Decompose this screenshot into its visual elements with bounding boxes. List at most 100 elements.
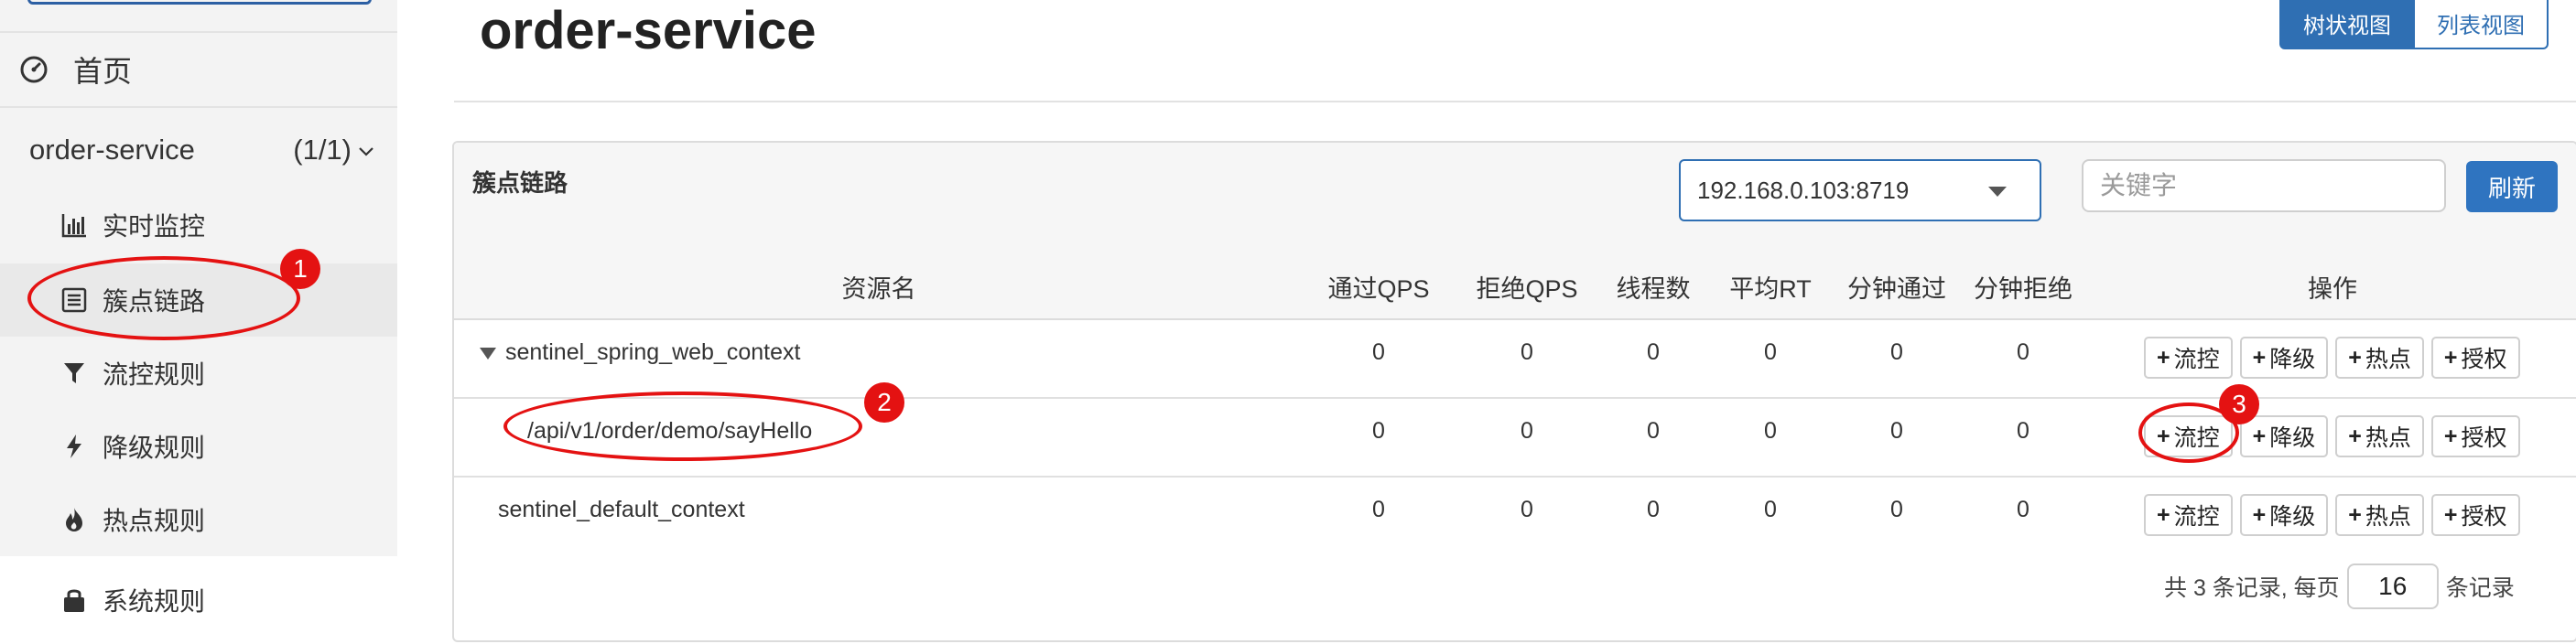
keyword-search-input[interactable] xyxy=(2082,159,2446,212)
sidebar-item-label: 簇点链路 xyxy=(103,287,206,316)
table-row: sentinel_spring_web_context 0 0 0 0 0 0 … xyxy=(454,320,2576,399)
row-actions: + 流控 + 降级 + 热点 + 授权 xyxy=(2144,337,2520,379)
action-label: 授权 xyxy=(2461,504,2507,530)
add-degrade-rule-button[interactable]: + 降级 xyxy=(2239,337,2329,379)
action-label: 降级 xyxy=(2269,504,2316,530)
column-header-threads: 线程数 xyxy=(1616,274,1691,303)
threads-value: 0 xyxy=(1647,417,1660,444)
cluster-link-panel: 簇点链路 192.168.0.103:8719 刷新 资源名 通过QPS 拒绝Q… xyxy=(452,141,2576,642)
plus-icon: + xyxy=(2157,501,2170,528)
add-flow-rule-button[interactable]: + 流控 xyxy=(2144,337,2233,379)
action-label: 授权 xyxy=(2461,347,2507,372)
sidebar-item-hotspot-rules[interactable]: 热点规则 xyxy=(0,483,397,556)
add-hotspot-rule-button[interactable]: + 热点 xyxy=(2335,337,2424,379)
sidebar-item-label: 实时监控 xyxy=(103,212,206,241)
sidebar-search-box-edge[interactable] xyxy=(27,0,372,5)
resource-name: sentinel_default_context xyxy=(498,496,745,522)
threads-value: 0 xyxy=(1647,496,1660,522)
add-degrade-rule-button[interactable]: + 降级 xyxy=(2239,494,2329,536)
minute-block-value: 0 xyxy=(2017,338,2029,365)
row-actions: + 流控 + 降级 + 热点 + 授权 xyxy=(2144,494,2520,536)
filter-icon xyxy=(60,360,88,387)
divider xyxy=(0,31,397,33)
column-header-avg-rt: 平均RT xyxy=(1729,274,1812,303)
plus-icon: + xyxy=(2252,344,2267,370)
action-label: 热点 xyxy=(2365,347,2411,372)
plus-icon: + xyxy=(2443,423,2458,449)
table-row: sentinel_default_context 0 0 0 0 0 0 + 流控… xyxy=(454,478,2576,554)
bar-chart-icon xyxy=(60,211,88,239)
action-label: 热点 xyxy=(2365,425,2411,451)
add-degrade-rule-button[interactable]: + 降级 xyxy=(2239,415,2329,457)
column-header-pass-qps: 通过QPS xyxy=(1327,274,1430,303)
chevron-down-icon xyxy=(355,139,377,161)
sidebar-app-order-service[interactable]: order-service (1/1) xyxy=(29,128,377,172)
divider xyxy=(454,101,2576,102)
app-instance-count: (1/1) xyxy=(293,134,352,166)
dashboard-icon xyxy=(18,54,49,85)
sidebar-item-label: 系统规则 xyxy=(103,587,206,616)
pass-qps-value: 0 xyxy=(1372,417,1385,444)
action-label: 流控 xyxy=(2173,425,2220,451)
sidebar-home-label: 首页 xyxy=(73,55,133,88)
add-authority-rule-button[interactable]: + 授权 xyxy=(2430,415,2520,457)
threads-value: 0 xyxy=(1647,338,1660,365)
action-label: 热点 xyxy=(2365,504,2411,530)
sidebar-item-label: 流控规则 xyxy=(103,360,206,389)
machine-select-value: 192.168.0.103:8719 xyxy=(1697,176,1910,204)
column-header-minute-pass: 分钟通过 xyxy=(1847,274,1946,303)
add-authority-rule-button[interactable]: + 授权 xyxy=(2430,337,2520,379)
annotation-badge-1: 1 xyxy=(280,249,320,289)
sidebar-item-degrade-rules[interactable]: 降级规则 xyxy=(0,410,397,483)
avg-rt-value: 0 xyxy=(1764,338,1777,365)
table-header: 资源名 通过QPS 拒绝QPS 线程数 平均RT 分钟通过 分钟拒绝 操作 xyxy=(454,254,2576,320)
fire-icon xyxy=(60,506,88,533)
minute-pass-value: 0 xyxy=(1890,496,1903,522)
pass-qps-value: 0 xyxy=(1372,496,1385,522)
panel-title: 簇点链路 xyxy=(472,169,568,197)
add-hotspot-rule-button[interactable]: + 热点 xyxy=(2335,415,2424,457)
annotation-badge-3: 3 xyxy=(2219,384,2259,424)
divider xyxy=(0,106,397,108)
add-hotspot-rule-button[interactable]: + 热点 xyxy=(2335,494,2424,536)
action-label: 降级 xyxy=(2269,347,2316,372)
sidebar-item-label: 热点规则 xyxy=(103,507,206,535)
sidebar-item-cluster-link[interactable]: 簇点链路 xyxy=(0,263,397,337)
action-label: 流控 xyxy=(2173,347,2220,372)
resource-name: sentinel_spring_web_context xyxy=(505,338,801,365)
list-view-button[interactable]: 列表视图 xyxy=(2415,0,2549,49)
column-header-block-qps: 拒绝QPS xyxy=(1476,274,1578,303)
expand-toggle-icon[interactable] xyxy=(480,348,496,360)
sidebar-item-realtime-monitor[interactable]: 实时监控 xyxy=(0,188,397,262)
add-flow-rule-button[interactable]: + 流控 xyxy=(2144,494,2233,536)
avg-rt-value: 0 xyxy=(1764,496,1777,522)
sidebar-item-home[interactable]: 首页 xyxy=(18,48,132,91)
action-label: 降级 xyxy=(2269,425,2316,451)
lock-icon xyxy=(60,586,88,614)
action-label: 授权 xyxy=(2461,425,2507,451)
annotation-badge-2: 2 xyxy=(864,382,904,423)
view-toggle: 树状视图 列表视图 xyxy=(2279,0,2549,49)
avg-rt-value: 0 xyxy=(1764,417,1777,444)
record-suffix-text: 条记录 xyxy=(2445,575,2515,601)
page-size-input[interactable]: 16 xyxy=(2346,564,2439,609)
sidebar: 首页 order-service (1/1) 实时监控 簇点链路 流控规则 降级… xyxy=(0,0,397,644)
block-qps-value: 0 xyxy=(1521,496,1533,522)
row-actions: + 流控 + 降级 + 热点 + 授权 xyxy=(2144,415,2520,457)
block-qps-value: 0 xyxy=(1521,338,1533,365)
sidebar-item-system-rules[interactable]: 系统规则 xyxy=(0,556,397,644)
machine-select[interactable]: 192.168.0.103:8719 xyxy=(1679,159,2041,221)
column-header-minute-block: 分钟拒绝 xyxy=(1974,274,2073,303)
add-flow-rule-button[interactable]: + 流控 xyxy=(2144,415,2233,457)
refresh-button[interactable]: 刷新 xyxy=(2466,161,2558,212)
tree-view-button[interactable]: 树状视图 xyxy=(2279,0,2415,49)
sidebar-item-label: 降级规则 xyxy=(103,434,206,462)
caret-down-icon xyxy=(1988,187,2007,197)
panel-header: 簇点链路 192.168.0.103:8719 刷新 xyxy=(454,143,2576,256)
add-authority-rule-button[interactable]: + 授权 xyxy=(2430,494,2520,536)
minute-pass-value: 0 xyxy=(1890,417,1903,444)
plus-icon: + xyxy=(2443,501,2458,528)
plus-icon: + xyxy=(2252,423,2267,449)
plus-icon: + xyxy=(2252,501,2267,528)
sidebar-item-flow-rules[interactable]: 流控规则 xyxy=(0,337,397,410)
